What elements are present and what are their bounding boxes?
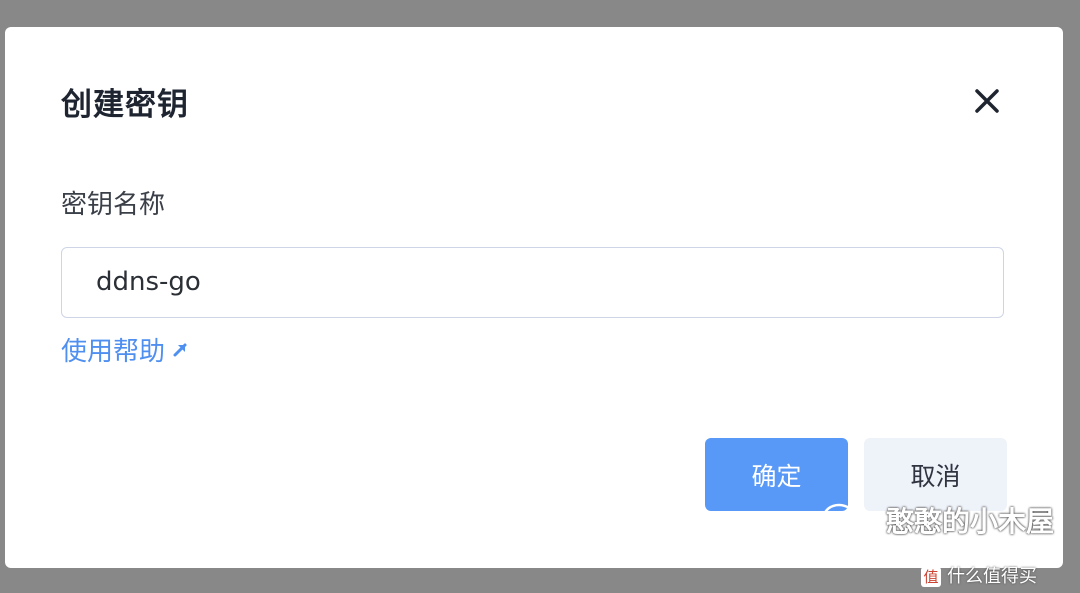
close-button[interactable] xyxy=(971,85,1003,117)
watermark: 憨憨的小木屋 xyxy=(822,500,1054,540)
site-watermark-text: 什么值得买 xyxy=(947,566,1037,587)
key-name-input[interactable] xyxy=(96,248,976,316)
key-name-label: 密钥名称 xyxy=(61,190,166,220)
help-link-label: 使用帮助 xyxy=(61,337,166,367)
site-watermark: 值什么值得买 xyxy=(921,562,1037,588)
close-icon xyxy=(975,89,999,113)
help-link[interactable]: 使用帮助 xyxy=(61,331,189,368)
create-key-dialog: 创建密钥 密钥名称 使用帮助 确定 取消 xyxy=(5,27,1063,568)
site-logo-badge: 值 xyxy=(921,567,941,587)
external-link-arrow-icon xyxy=(173,343,187,356)
dialog-title: 创建密钥 xyxy=(61,87,189,123)
wechat-icon xyxy=(822,503,867,536)
key-name-field[interactable] xyxy=(61,247,1004,318)
watermark-text: 憨憨的小木屋 xyxy=(886,505,1055,538)
